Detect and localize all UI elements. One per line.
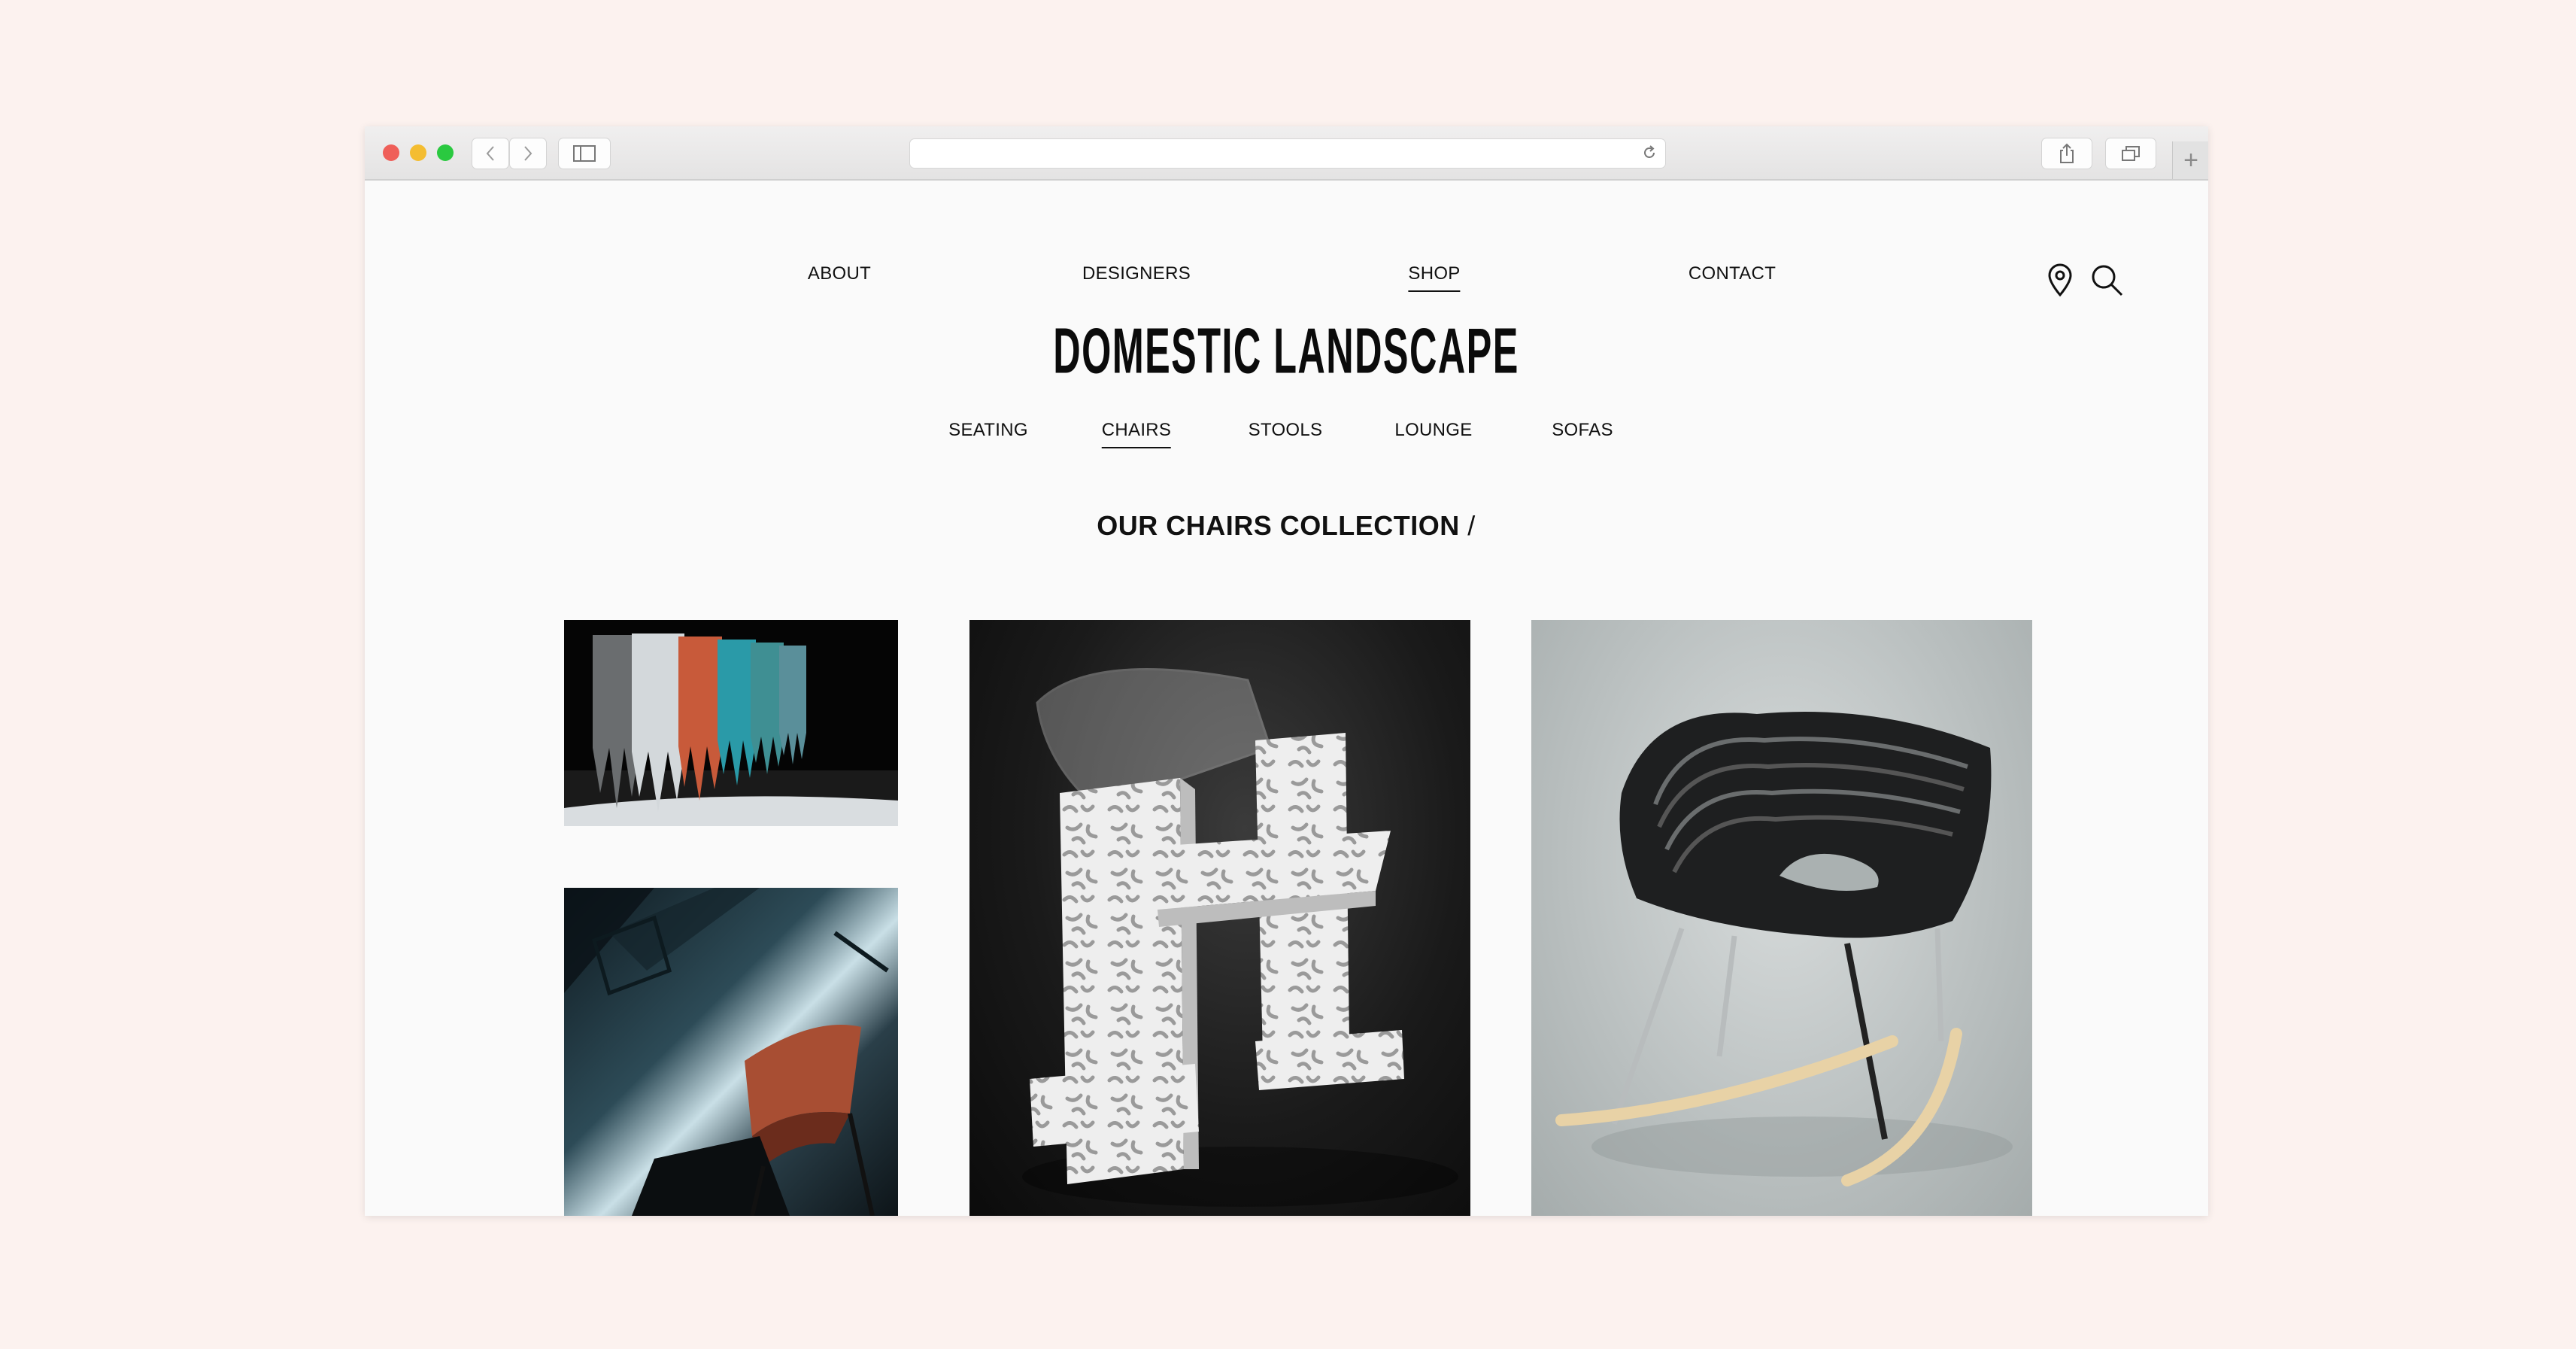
nav-contact[interactable]: CONTACT [1689, 263, 1776, 284]
category-chairs[interactable]: CHAIRS [1101, 420, 1172, 448]
tabs-overview-button[interactable] [2105, 138, 2156, 169]
collection-title-slash: / [1459, 510, 1476, 541]
product-image-rocking-chair[interactable] [1531, 620, 2032, 1216]
nav-about[interactable]: ABOUT [808, 263, 871, 284]
brand-logo-text: DOMESTIC LANDSCAPE [1053, 314, 1519, 387]
category-sofas[interactable]: SOFAS [1552, 420, 1613, 441]
forward-button[interactable] [509, 138, 547, 169]
share-button[interactable] [2041, 138, 2092, 169]
zoom-window-button[interactable] [437, 144, 454, 161]
collection-title: OUR CHAIRS COLLECTION [1097, 510, 1460, 541]
product-image-shadow-chair[interactable] [564, 888, 898, 1216]
search-button[interactable] [2089, 262, 2125, 298]
share-icon [2060, 143, 2074, 163]
brand-logo[interactable]: DOMESTIC LANDSCAPE [963, 314, 1610, 386]
sidebar-icon [573, 145, 596, 162]
reload-icon[interactable] [1641, 144, 1658, 161]
product-image-patterned-chair[interactable] [969, 620, 1470, 1216]
sidebar-button[interactable] [558, 138, 611, 169]
store-locator-button[interactable] [2042, 262, 2078, 298]
nav-shop[interactable]: SHOP [1408, 263, 1461, 292]
address-bar[interactable] [909, 138, 1666, 169]
location-pin-icon [2048, 263, 2072, 297]
close-window-button[interactable] [383, 144, 399, 161]
plus-icon: + [2183, 145, 2198, 175]
web-page: ABOUT DESIGNERS SHOP CONTACT DOMESTIC LA… [365, 181, 2208, 1216]
browser-toolbar: + [365, 126, 2208, 181]
category-seating[interactable]: SEATING [948, 420, 1028, 441]
tabs-icon [2122, 146, 2140, 161]
new-tab-button[interactable]: + [2172, 141, 2208, 179]
back-icon [486, 146, 494, 161]
nav-designers[interactable]: DESIGNERS [1082, 263, 1191, 284]
forward-icon [524, 146, 532, 161]
minimize-window-button[interactable] [410, 144, 426, 161]
collection-heading: OUR CHAIRS COLLECTION / [1097, 510, 1476, 542]
browser-window: + ABOUT DESIGNERS SHOP CONTACT DOMESTIC … [365, 126, 2208, 1216]
category-stools[interactable]: STOOLS [1249, 420, 1323, 441]
search-icon [2092, 265, 2123, 296]
back-button[interactable] [472, 138, 509, 169]
category-lounge[interactable]: LOUNGE [1394, 420, 1472, 441]
product-image-stools[interactable] [564, 620, 898, 826]
